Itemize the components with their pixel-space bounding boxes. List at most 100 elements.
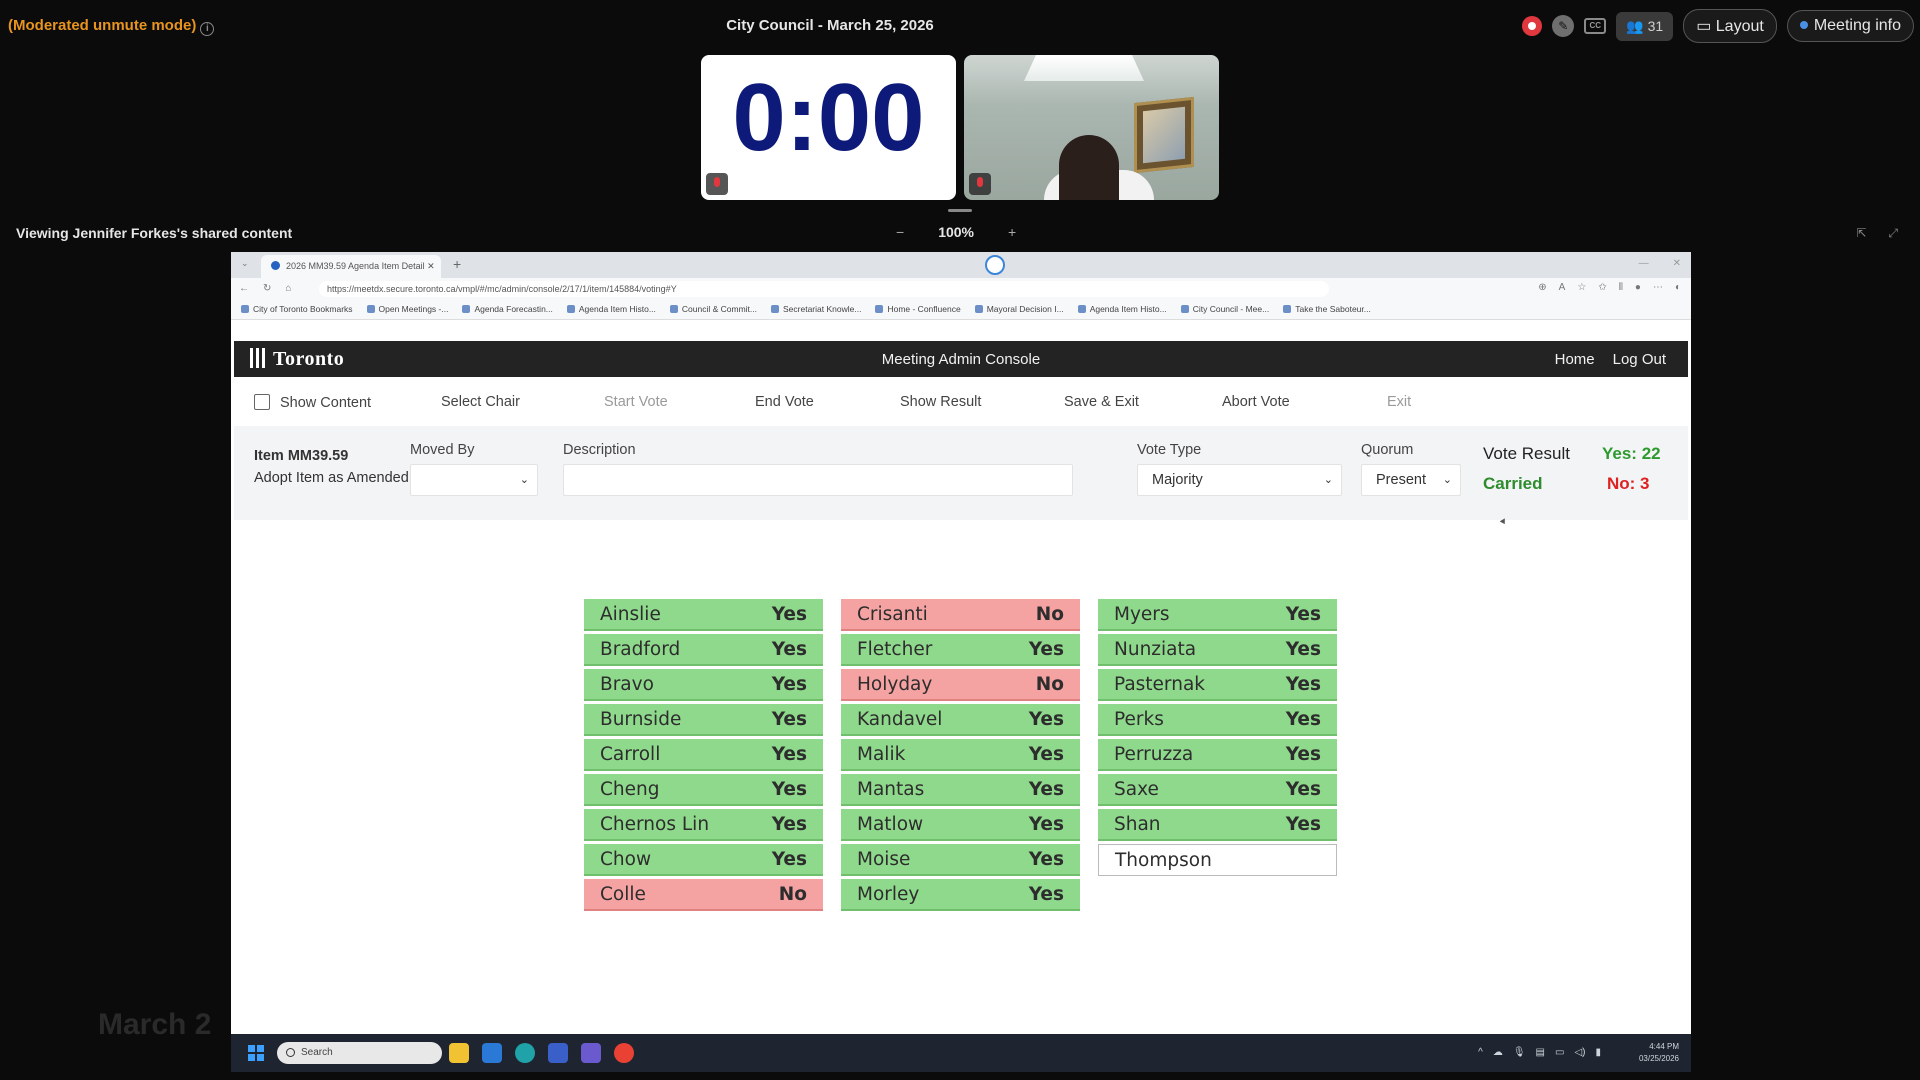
- councillor-vote-row[interactable]: Chernos Lin Yes: [584, 809, 823, 841]
- popout-icon[interactable]: ⇱: [1856, 226, 1866, 241]
- display-icon[interactable]: ▭: [1555, 1047, 1564, 1058]
- start-vote-button[interactable]: Start Vote: [604, 394, 668, 410]
- bookmark-item[interactable]: Mayoral Decision I...: [975, 304, 1064, 315]
- bookmark-item[interactable]: Agenda Forecastin...: [462, 304, 552, 315]
- councillor-name: Burnside: [600, 708, 682, 730]
- home-icon[interactable]: ⌂: [285, 283, 291, 294]
- outlook-icon[interactable]: [482, 1043, 502, 1063]
- edge-icon[interactable]: [515, 1043, 535, 1063]
- councillor-vote-row[interactable]: Nunziata Yes: [1098, 634, 1337, 666]
- chrome-icon[interactable]: [614, 1043, 634, 1063]
- councillor-vote-row[interactable]: Myers Yes: [1098, 599, 1337, 631]
- councillor-vote-row[interactable]: Fletcher Yes: [841, 634, 1080, 666]
- councillor-vote-row[interactable]: Matlow Yes: [841, 809, 1080, 841]
- back-icon[interactable]: ←: [239, 283, 249, 294]
- save-exit-button[interactable]: Save & Exit: [1064, 394, 1139, 410]
- bookmark-item[interactable]: Open Meetings -...: [367, 304, 449, 315]
- bookmark-item[interactable]: Home - Confluence: [875, 304, 960, 315]
- councillor-vote-row[interactable]: Pasternak Yes: [1098, 669, 1337, 701]
- bookmark-item[interactable]: Agenda Item Histo...: [1078, 304, 1167, 315]
- teams-icon[interactable]: [581, 1043, 601, 1063]
- tray-chevron-icon[interactable]: ^: [1478, 1047, 1483, 1058]
- close-window-icon[interactable]: ✕: [1673, 258, 1681, 269]
- taskbar-clock[interactable]: 4:44 PM 03/25/2026: [1639, 1041, 1679, 1065]
- bookmark-item[interactable]: Take the Saboteur...: [1283, 304, 1371, 315]
- councillor-vote-row[interactable]: Ainslie Yes: [584, 599, 823, 631]
- more-menu-icon[interactable]: ⋯: [1653, 282, 1663, 293]
- councillor-vote-row[interactable]: Moise Yes: [841, 844, 1080, 876]
- vote-type-select[interactable]: Majority ⌄: [1137, 464, 1342, 496]
- zoom-icon[interactable]: ⊕: [1538, 282, 1546, 293]
- end-vote-button[interactable]: End Vote: [755, 394, 814, 410]
- volume-icon[interactable]: ◁): [1574, 1047, 1585, 1058]
- onedrive-icon[interactable]: ☁: [1493, 1047, 1503, 1058]
- description-input[interactable]: [563, 464, 1073, 496]
- zoom-in-button[interactable]: +: [1008, 224, 1016, 240]
- bookmark-item[interactable]: City of Toronto Bookmarks: [241, 304, 353, 315]
- windows-start-icon[interactable]: [248, 1045, 264, 1061]
- stage-resize-handle[interactable]: [948, 209, 972, 212]
- councillor-vote-row[interactable]: Morley Yes: [841, 879, 1080, 911]
- zoom-out-button[interactable]: −: [896, 224, 904, 240]
- split-screen-icon[interactable]: ⫴: [1619, 282, 1623, 293]
- bookmark-item[interactable]: Secretariat Knowle...: [771, 304, 861, 315]
- councillor-vote-row[interactable]: Thompson: [1098, 844, 1337, 876]
- recording-icon[interactable]: [1522, 16, 1543, 36]
- browser-tab-active[interactable]: 2026 MM39.59 Agenda Item Detail ✕: [261, 255, 441, 278]
- captions-icon[interactable]: CC: [1584, 18, 1607, 34]
- tab-list-chevron-icon[interactable]: ⌄: [241, 258, 249, 269]
- participants-button[interactable]: 👥 31: [1616, 11, 1674, 41]
- read-aloud-icon[interactable]: A: [1559, 282, 1566, 293]
- councillor-vote-row[interactable]: Malik Yes: [841, 739, 1080, 771]
- timer-video-tile[interactable]: 0:00: [701, 55, 956, 200]
- councillor-vote-row[interactable]: Perks Yes: [1098, 704, 1337, 736]
- exit-button[interactable]: Exit: [1387, 394, 1411, 410]
- select-chair-button[interactable]: Select Chair: [441, 394, 520, 410]
- councillor-vote-row[interactable]: Cheng Yes: [584, 774, 823, 806]
- councillor-vote-row[interactable]: Bradford Yes: [584, 634, 823, 666]
- taskbar-search[interactable]: Search: [277, 1042, 442, 1064]
- home-link[interactable]: Home: [1555, 351, 1595, 368]
- logout-link[interactable]: Log Out: [1613, 351, 1666, 368]
- councillor-vote-row[interactable]: Perruzza Yes: [1098, 739, 1337, 771]
- councillor-vote-row[interactable]: Kandavel Yes: [841, 704, 1080, 736]
- favorites-icon[interactable]: ✩: [1598, 282, 1606, 293]
- bookmark-item[interactable]: Council & Commit...: [670, 304, 757, 315]
- moved-by-select[interactable]: ⌄: [410, 464, 538, 496]
- councillor-vote-row[interactable]: Chow Yes: [584, 844, 823, 876]
- councillor-vote-row[interactable]: Holyday No: [841, 669, 1080, 701]
- councillor-vote-row[interactable]: Burnside Yes: [584, 704, 823, 736]
- councillor-vote-row[interactable]: Mantas Yes: [841, 774, 1080, 806]
- url-field[interactable]: https://meetdx.secure.toronto.ca/vmpl/#/…: [319, 281, 1329, 297]
- refresh-icon[interactable]: ↻: [263, 283, 271, 294]
- show-content-toggle[interactable]: Show Content: [254, 394, 371, 411]
- participant-video-tile[interactable]: [964, 55, 1219, 200]
- councillor-vote-row[interactable]: Saxe Yes: [1098, 774, 1337, 806]
- show-content-checkbox[interactable]: [254, 394, 270, 410]
- file-explorer-icon[interactable]: [449, 1043, 469, 1063]
- councillor-vote-row[interactable]: Bravo Yes: [584, 669, 823, 701]
- tab-close-icon[interactable]: ✕: [427, 261, 435, 271]
- battery-icon[interactable]: ▮: [1595, 1047, 1601, 1058]
- profile-avatar[interactable]: ●: [1635, 282, 1641, 293]
- councillor-vote-row[interactable]: Crisanti No: [841, 599, 1080, 631]
- layout-button[interactable]: ▭ Layout: [1683, 9, 1777, 43]
- councillor-vote-row[interactable]: Carroll Yes: [584, 739, 823, 771]
- abort-vote-button[interactable]: Abort Vote: [1222, 394, 1290, 410]
- councillor-vote-row[interactable]: Colle No: [584, 879, 823, 911]
- quorum-select[interactable]: Present ⌄: [1361, 464, 1461, 496]
- microphone-icon[interactable]: 🎙: [1513, 1047, 1526, 1058]
- reactions-icon[interactable]: ✎: [1552, 15, 1575, 37]
- copilot-icon[interactable]: ◐: [1675, 282, 1681, 293]
- network-icon[interactable]: ▤: [1536, 1047, 1545, 1058]
- new-tab-button[interactable]: +: [453, 256, 461, 272]
- minimize-icon[interactable]: —: [1639, 258, 1649, 269]
- word-icon[interactable]: [548, 1043, 568, 1063]
- councillor-vote-row[interactable]: Shan Yes: [1098, 809, 1337, 841]
- bookmark-item[interactable]: City Council - Mee...: [1181, 304, 1270, 315]
- show-result-button[interactable]: Show Result: [900, 394, 981, 410]
- meeting-info-button[interactable]: Meeting info: [1786, 10, 1914, 42]
- bookmark-item[interactable]: Agenda Item Histo...: [567, 304, 656, 315]
- fullscreen-icon[interactable]: ⤢: [1888, 226, 1898, 241]
- favorite-star-icon[interactable]: ☆: [1577, 282, 1586, 293]
